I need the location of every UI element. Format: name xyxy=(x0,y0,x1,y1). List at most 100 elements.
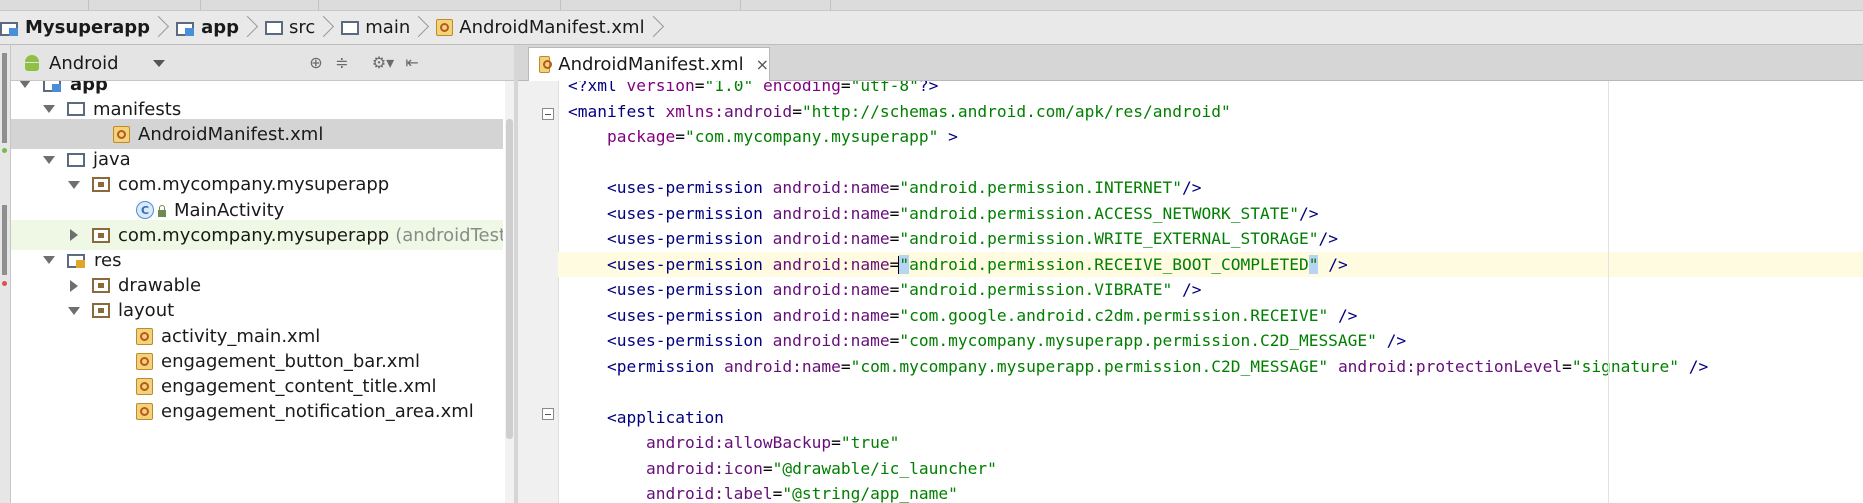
tree-item-label: engagement_notification_area.xml xyxy=(161,401,474,423)
tool-window-strip xyxy=(0,45,11,503)
code-line[interactable]: <manifest xmlns:android="http://schemas.… xyxy=(558,99,1863,124)
xml-file-icon xyxy=(136,327,153,345)
expand-arrow-icon[interactable] xyxy=(43,155,55,164)
expand-arrow-icon[interactable] xyxy=(43,256,55,265)
breadcrumb-item-app[interactable]: app xyxy=(170,11,259,44)
collapse-arrow-icon[interactable] xyxy=(70,279,78,292)
code-token: android:name xyxy=(772,203,890,223)
code-line[interactable]: android:label="@string/app_name" xyxy=(558,481,1863,503)
structure-tool-tab[interactable] xyxy=(2,205,7,275)
code-token: = xyxy=(792,101,802,121)
hide-panel-icon[interactable]: ⇤ xyxy=(403,54,421,72)
module-folder-icon xyxy=(43,81,62,92)
tree-item-label: manifests xyxy=(93,98,182,120)
expand-arrow-icon[interactable] xyxy=(43,105,55,114)
module-folder-icon xyxy=(176,20,195,36)
tree-item-label: engagement_content_title.xml xyxy=(161,375,437,397)
fold-marker-icon[interactable] xyxy=(542,408,554,420)
code-line[interactable]: android:allowBackup="true" xyxy=(558,430,1863,455)
code-line[interactable]: <uses-permission android:name="com.googl… xyxy=(558,303,1863,328)
folder-icon xyxy=(341,20,360,35)
gear-icon[interactable]: ⚙▾ xyxy=(369,54,397,72)
xml-file-icon xyxy=(436,19,454,36)
code-line[interactable]: <uses-permission android:name="android.p… xyxy=(558,175,1863,200)
code-line[interactable] xyxy=(558,150,1863,175)
code-line[interactable]: <uses-permission android:name="android.p… xyxy=(558,201,1863,226)
expand-arrow-icon[interactable] xyxy=(68,180,80,189)
xml-file-icon xyxy=(136,377,153,395)
breadcrumb-item-src[interactable]: src xyxy=(259,11,335,44)
code-token: android:name xyxy=(772,254,890,274)
code-token: "android.permission.VIBRATE" xyxy=(899,280,1173,299)
folder-icon xyxy=(67,102,85,117)
breadcrumb-item-androidmanifest-xml[interactable]: AndroidManifest.xml xyxy=(430,11,664,44)
right-margin-guide xyxy=(1608,81,1609,503)
close-tab-icon[interactable]: × xyxy=(756,55,769,74)
code-token: "com.google.android.c2dm.permission.RECE… xyxy=(899,305,1329,325)
package-icon xyxy=(92,278,110,294)
collapse-arrow-icon[interactable] xyxy=(70,229,78,242)
code-token: encoding xyxy=(762,81,841,95)
code-token: = xyxy=(1562,356,1572,376)
expand-arrow-icon[interactable] xyxy=(68,306,80,315)
view-mode-dropdown[interactable]: Android xyxy=(23,50,165,76)
code-token: = xyxy=(840,356,851,376)
code-token: /> xyxy=(1688,356,1709,376)
code-token: <permission xyxy=(606,356,724,376)
code-token: "signature" xyxy=(1571,356,1680,376)
code-token: <application xyxy=(606,407,724,427)
tree-item[interactable]: engagement_notification_area.xml xyxy=(11,397,503,427)
code-line[interactable]: <uses-permission android:name="android.p… xyxy=(558,277,1863,302)
code-token: android:name xyxy=(772,331,890,350)
code-token: android:name xyxy=(723,356,841,376)
project-tool-tab[interactable] xyxy=(2,53,7,143)
breadcrumb-item-main[interactable]: main xyxy=(335,11,430,44)
expand-arrow-icon[interactable] xyxy=(19,81,31,88)
code-line[interactable]: package="com.mycompany.mysuperapp" > xyxy=(558,124,1863,149)
code-token: " xyxy=(899,254,910,274)
class-icon: C xyxy=(136,201,154,219)
tab-androidmanifest[interactable]: AndroidManifest.xml × xyxy=(528,47,770,81)
folder-icon xyxy=(264,20,283,35)
code-area[interactable]: <?xml version="1.0" encoding="utf-8"?> <m… xyxy=(558,81,1863,503)
code-token: "com.mycompany.mysuperapp" xyxy=(684,127,939,146)
sync-target-icon[interactable]: ⊕ xyxy=(307,54,325,72)
scrollbar-thumb[interactable] xyxy=(506,119,513,439)
lock-icon xyxy=(158,204,166,217)
breadcrumb-item-mysuperapp[interactable]: Mysuperapp xyxy=(0,11,170,44)
code-token: <?xml xyxy=(568,81,627,95)
code-line[interactable]: <?xml version="1.0" encoding="utf-8"?> xyxy=(558,81,1863,98)
code-token: android:name xyxy=(772,280,890,299)
tree-item-label: com.mycompany.mysuperapp xyxy=(118,174,390,196)
code-line[interactable] xyxy=(558,379,1863,404)
code-line[interactable]: <uses-permission android:name="android.p… xyxy=(558,251,1863,277)
fold-marker-icon[interactable] xyxy=(542,108,554,120)
collapse-all-icon[interactable]: ≑ xyxy=(333,54,351,72)
breadcrumb-label: Mysuperapp xyxy=(25,17,151,38)
tree-item-label: layout xyxy=(118,300,175,322)
code-token: android:name xyxy=(772,305,890,325)
tree-scrollbar[interactable] xyxy=(505,81,514,503)
tree-item-label: res xyxy=(94,249,122,271)
code-line[interactable]: android:icon="@drawable/ic_launcher" xyxy=(558,456,1863,481)
code-line[interactable]: <application xyxy=(558,405,1863,430)
code-token: <uses-permission xyxy=(606,178,773,197)
package-icon xyxy=(92,177,110,193)
code-line[interactable]: <uses-permission android:name="android.p… xyxy=(558,226,1863,251)
module-folder-icon xyxy=(0,20,19,36)
code-line[interactable]: <permission android:name="com.mycompany.… xyxy=(558,354,1863,379)
package-icon xyxy=(92,303,110,319)
code-editor: AndroidManifest.xml × <?xml version="1.0… xyxy=(518,45,1863,503)
code-token: "utf-8" xyxy=(850,81,919,95)
code-token: <uses-permission xyxy=(606,229,773,248)
code-line[interactable]: <uses-permission android:name="com.mycom… xyxy=(558,328,1863,353)
